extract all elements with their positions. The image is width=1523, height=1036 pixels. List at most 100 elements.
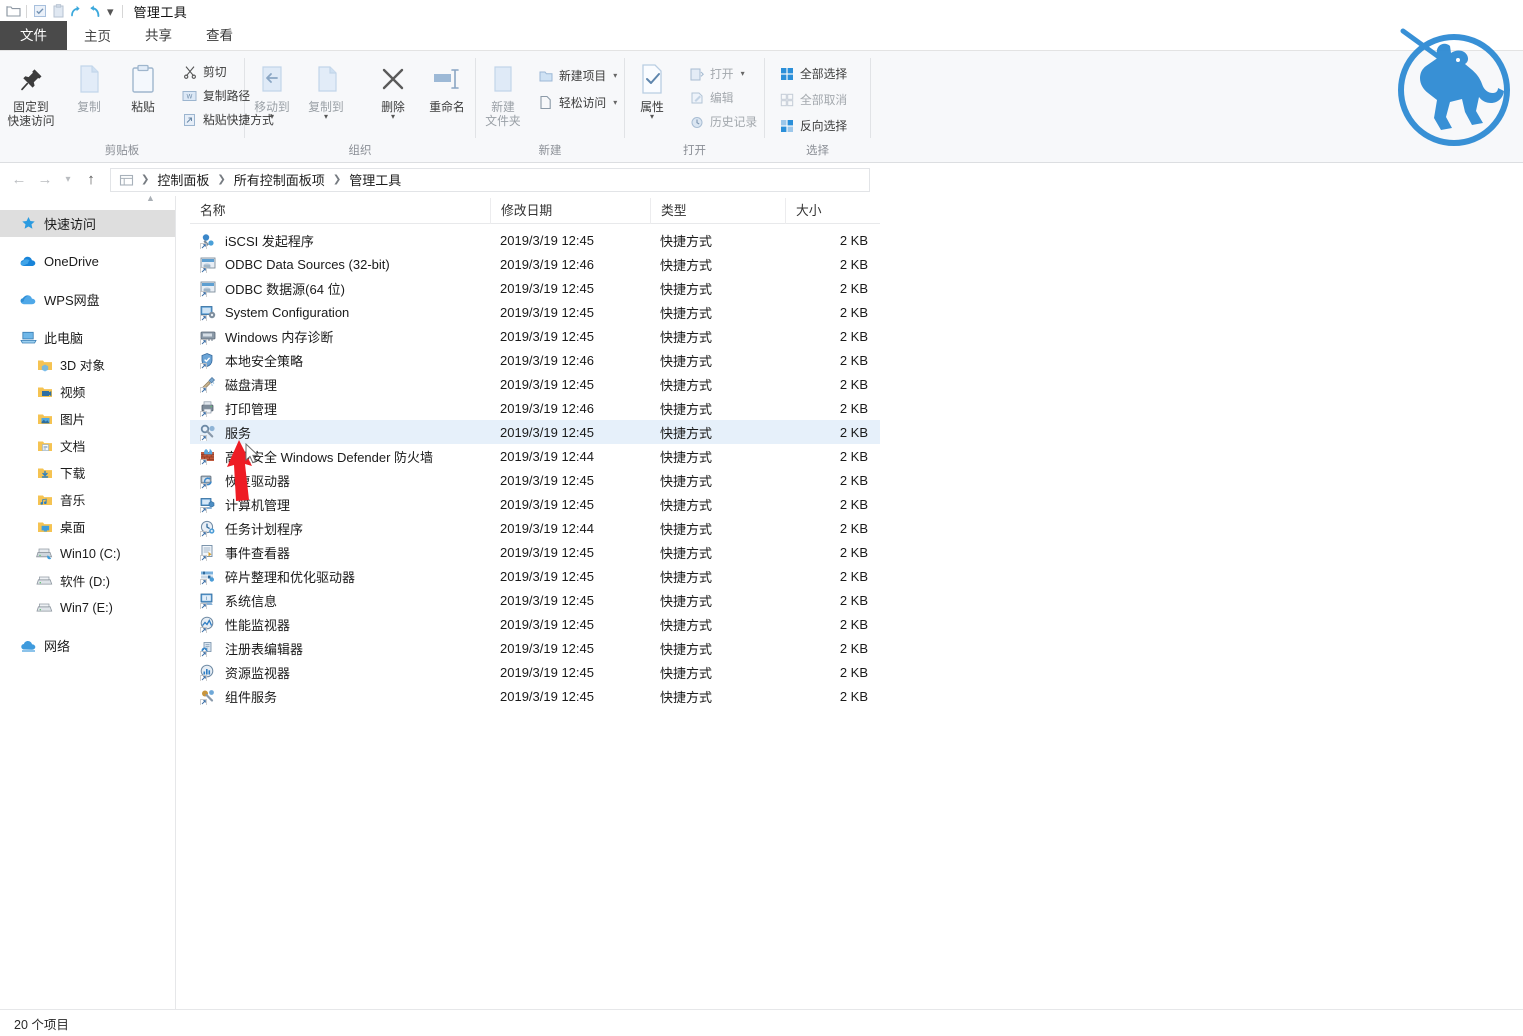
table-row[interactable]: 磁盘清理 2019/3/19 12:45 快捷方式 2 KB: [190, 372, 880, 396]
table-row[interactable]: 恢复驱动器 2019/3/19 12:45 快捷方式 2 KB: [190, 468, 880, 492]
edit-button[interactable]: 编辑: [683, 87, 762, 108]
sidebar-item-7[interactable]: 文档: [0, 432, 175, 459]
breadcrumb-sep-2[interactable]: ❯: [330, 174, 344, 185]
column-header-size[interactable]: 大小: [785, 197, 880, 224]
rename-button[interactable]: 重命名: [420, 59, 474, 114]
chevron-down-icon-2[interactable]: ▾: [324, 113, 328, 121]
file-name-cell[interactable]: 计算机管理: [190, 495, 490, 514]
table-row[interactable]: 注册表编辑器 2019/3/19 12:45 快捷方式 2 KB: [190, 636, 880, 660]
folder-icon[interactable]: [4, 3, 22, 19]
file-name-cell[interactable]: i 系统信息: [190, 591, 490, 610]
breadcrumb-sep-0[interactable]: ❯: [138, 174, 152, 185]
file-name-cell[interactable]: 服务: [190, 423, 490, 442]
new-item-button[interactable]: 新建项目 ▾: [532, 65, 622, 86]
delete-button[interactable]: 删除 ▾: [366, 59, 420, 121]
new-folder-button[interactable]: 新建 文件夹: [476, 59, 530, 128]
select-none-button[interactable]: 全部取消: [773, 89, 852, 110]
sidebar-item-13[interactable]: Win7 (E:): [0, 594, 175, 621]
file-name-cell[interactable]: Windows 内存诊断: [190, 327, 490, 346]
breadcrumb[interactable]: ❯ 控制面板 ❯ 所有控制面板项 ❯ 管理工具: [110, 167, 870, 192]
table-row[interactable]: Windows 内存诊断 2019/3/19 12:45 快捷方式 2 KB: [190, 324, 880, 348]
undo-icon[interactable]: [85, 3, 103, 19]
file-name-cell[interactable]: 性能监视器: [190, 615, 490, 634]
sidebar-item-11[interactable]: Win10 (C:): [0, 540, 175, 567]
table-row[interactable]: 高级安全 Windows Defender 防火墙 2019/3/19 12:44…: [190, 444, 880, 468]
sidebar-item-9[interactable]: 音乐: [0, 486, 175, 513]
breadcrumb-item-0[interactable]: 控制面板: [155, 170, 211, 189]
file-name-cell[interactable]: 注册表编辑器: [190, 639, 490, 658]
column-header-type[interactable]: 类型: [650, 197, 785, 224]
forward-button[interactable]: →: [32, 167, 58, 193]
table-row[interactable]: 计算机管理 2019/3/19 12:45 快捷方式 2 KB: [190, 492, 880, 516]
tab-share[interactable]: 共享: [128, 21, 189, 50]
file-name-cell[interactable]: ODBC 数据源(64 位): [190, 279, 490, 298]
navigation-pane[interactable]: 快速访问 OneDrive WPS网盘 此电脑 3D 对象 视频 图片 文档 下载 音乐 桌面 Win…: [0, 196, 176, 1009]
chevron-down-icon[interactable]: ▾: [270, 113, 274, 121]
file-name-cell[interactable]: System Configuration: [190, 304, 490, 321]
tab-home[interactable]: 主页: [67, 21, 128, 50]
checkbox-icon[interactable]: [31, 3, 49, 19]
chevron-down-icon-4[interactable]: ▾: [613, 71, 617, 80]
sidebar-item-5[interactable]: 视频: [0, 378, 175, 405]
file-name-cell[interactable]: 组件服务: [190, 687, 490, 706]
file-name-cell[interactable]: 资源监视器: [190, 663, 490, 682]
chevron-down-icon-5[interactable]: ▾: [613, 98, 617, 107]
sidebar-item-2[interactable]: WPS网盘: [0, 286, 175, 313]
table-row[interactable]: i 系统信息 2019/3/19 12:45 快捷方式 2 KB: [190, 588, 880, 612]
file-list[interactable]: iSCSI 发起程序 2019/3/19 12:45 快捷方式 2 KB ODBC Da…: [190, 228, 880, 708]
chevron-down-icon-6[interactable]: ▾: [650, 113, 654, 121]
sidebar-item-8[interactable]: 下载: [0, 459, 175, 486]
file-name-cell[interactable]: 打印管理: [190, 399, 490, 418]
sidebar-item-3[interactable]: 此电脑: [0, 324, 175, 351]
table-row[interactable]: ODBC Data Sources (32-bit) 2019/3/19 12:4…: [190, 252, 880, 276]
breadcrumb-sep-1[interactable]: ❯: [214, 174, 228, 185]
recent-locations-button[interactable]: ▾: [58, 167, 78, 193]
file-name-cell[interactable]: ODBC Data Sources (32-bit): [190, 256, 490, 273]
column-header-date[interactable]: 修改日期: [490, 197, 650, 224]
tab-view[interactable]: 查看: [189, 21, 250, 50]
file-name-cell[interactable]: iSCSI 发起程序: [190, 231, 490, 250]
table-row[interactable]: 服务 2019/3/19 12:45 快捷方式 2 KB: [190, 420, 880, 444]
file-name-cell[interactable]: 事件查看器: [190, 543, 490, 562]
select-all-button[interactable]: 全部选择: [773, 63, 852, 84]
invert-selection-button[interactable]: 反向选择: [773, 115, 852, 136]
sidebar-item-6[interactable]: 图片: [0, 405, 175, 432]
breadcrumb-item-1[interactable]: 所有控制面板项: [232, 170, 327, 189]
table-row[interactable]: 资源监视器 2019/3/19 12:45 快捷方式 2 KB: [190, 660, 880, 684]
paste-icon[interactable]: [49, 3, 67, 19]
sidebar-item-14[interactable]: 网络: [0, 632, 175, 659]
table-row[interactable]: 碎片整理和优化驱动器 2019/3/19 12:45 快捷方式 2 KB: [190, 564, 880, 588]
up-button[interactable]: ↑: [78, 167, 104, 193]
control-panel-icon[interactable]: [117, 172, 135, 188]
file-name-cell[interactable]: 恢复驱动器: [190, 471, 490, 490]
file-name-cell[interactable]: 磁盘清理: [190, 375, 490, 394]
table-row[interactable]: ODBC 数据源(64 位) 2019/3/19 12:45 快捷方式 2 KB: [190, 276, 880, 300]
chevron-down-icon-3[interactable]: ▾: [391, 113, 395, 121]
table-row[interactable]: iSCSI 发起程序 2019/3/19 12:45 快捷方式 2 KB: [190, 228, 880, 252]
table-row[interactable]: 性能监视器 2019/3/19 12:45 快捷方式 2 KB: [190, 612, 880, 636]
copy-button[interactable]: 复制: [62, 59, 116, 114]
copy-to-button[interactable]: 复制到 ▾: [299, 59, 353, 121]
pin-to-quick-access-button[interactable]: 固定到 快速访问: [0, 59, 62, 128]
properties-button[interactable]: 属性 ▾: [625, 59, 679, 121]
sidebar-item-12[interactable]: 软件 (D:): [0, 567, 175, 594]
paste-button[interactable]: 粘贴: [116, 59, 170, 114]
sidebar-item-4[interactable]: 3D 对象: [0, 351, 175, 378]
sidebar-item-0[interactable]: 快速访问: [0, 210, 175, 237]
table-row[interactable]: 事件查看器 2019/3/19 12:45 快捷方式 2 KB: [190, 540, 880, 564]
open-button[interactable]: 打开 ▾: [683, 63, 762, 84]
back-button[interactable]: ←: [6, 167, 32, 193]
table-row[interactable]: 组件服务 2019/3/19 12:45 快捷方式 2 KB: [190, 684, 880, 708]
easy-access-button[interactable]: 轻松访问 ▾: [532, 92, 622, 113]
sidebar-item-1[interactable]: OneDrive: [0, 248, 175, 275]
breadcrumb-item-2[interactable]: 管理工具: [347, 170, 403, 189]
customize-dropdown-icon[interactable]: ▾: [103, 5, 118, 18]
history-button[interactable]: 历史记录: [683, 111, 762, 132]
move-to-button[interactable]: 移动到 ▾: [245, 59, 299, 121]
table-row[interactable]: 打印管理 2019/3/19 12:46 快捷方式 2 KB: [190, 396, 880, 420]
tab-file[interactable]: 文件: [0, 21, 67, 50]
file-name-cell[interactable]: 本地安全策略: [190, 351, 490, 370]
redo-icon[interactable]: [67, 3, 85, 19]
column-header-name[interactable]: 名称: [190, 198, 490, 224]
sidebar-item-10[interactable]: 桌面: [0, 513, 175, 540]
